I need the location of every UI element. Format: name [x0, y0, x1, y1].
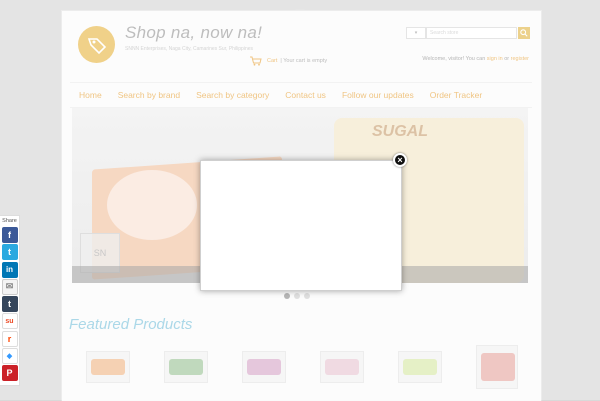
share-bar: Share f t in ✉ t su r ◆ P — [0, 215, 20, 386]
twitter-icon[interactable]: t — [1, 244, 18, 261]
linkedin-icon[interactable]: in — [1, 261, 18, 278]
pinterest-icon[interactable]: P — [1, 365, 18, 382]
popup-modal — [200, 160, 402, 291]
share-label: Share — [2, 218, 17, 224]
email-icon[interactable]: ✉ — [1, 278, 18, 295]
tumblr-icon[interactable]: t — [1, 296, 18, 313]
close-icon[interactable]: × — [393, 153, 407, 167]
reddit-icon[interactable]: r — [1, 330, 18, 347]
stumbleupon-icon[interactable]: su — [1, 313, 18, 330]
delicious-icon[interactable]: ◆ — [1, 348, 18, 365]
facebook-icon[interactable]: f — [1, 227, 18, 243]
